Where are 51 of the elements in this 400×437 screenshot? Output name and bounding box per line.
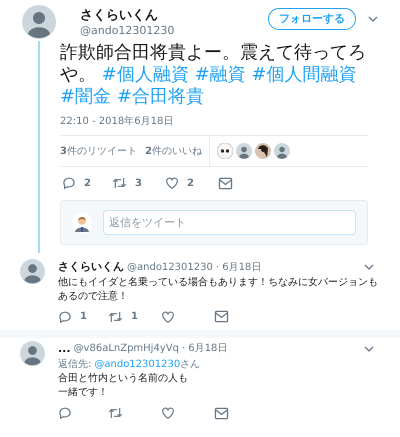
avatar[interactable] [20,259,45,284]
tweet-text: 詐欺師合田将貴よー。震えて待ってろや。 #個人融資 #融資 #個人間融資 #闇金 #合田将貴 [60,42,367,108]
like-count[interactable]: 2件のいいね [144,144,202,158]
reply-to-suffix: さん [180,358,200,372]
user-handle[interactable]: @v86aLnZpmHj4yVq [74,341,179,356]
action-count: 3 [135,176,142,190]
reply-text: 一緒です！ [58,386,108,400]
user-handle[interactable]: @ando12301230 [80,24,268,38]
action-count: 2 [187,176,194,190]
tweet-timestamp[interactable]: 22:10 - 2018年6月18日 [60,115,378,129]
message-icon[interactable] [218,176,233,190]
liker-avatar[interactable] [216,143,233,159]
reply-icon[interactable] [62,176,76,190]
reply-icon[interactable] [58,406,72,420]
action-count: 1 [80,310,87,324]
action-count: 1 [131,310,138,324]
reply-input[interactable]: 返信をツイート [103,210,356,235]
retweet-count[interactable]: 3件のリツイート [60,144,137,158]
liker-avatar[interactable] [254,143,271,159]
caret-icon[interactable] [364,264,374,270]
user-avatar[interactable] [72,212,92,232]
user-name[interactable]: さくらいくん [58,259,124,276]
caret-icon[interactable] [368,16,378,22]
message-icon[interactable] [214,406,229,420]
reply-text: 合田と竹内という名前の人も [58,372,188,386]
avatar[interactable] [22,5,56,39]
follow-button[interactable]: フォローする [268,8,356,30]
retweet-icon[interactable] [108,406,123,420]
user-handle[interactable]: @ando12301230 [127,260,213,275]
heart-icon[interactable] [161,406,175,420]
reply-text: 他にもイイダと名乗っている場合もあります！ちなみに女バージョンもあるので注意！ [58,276,379,304]
message-icon[interactable] [214,310,229,323]
avatar[interactable] [20,340,45,366]
tweet-date[interactable]: · 6月18日 [182,341,228,356]
hashtag-link[interactable]: #個人融資 [102,64,189,85]
heart-icon[interactable] [165,176,179,190]
hashtag-link[interactable]: #個人間融資 [251,64,356,85]
user-name[interactable]: さくらいくん [80,8,268,24]
user-name[interactable]: ... [58,340,71,357]
mention-link[interactable]: @ando12301230 [94,357,180,372]
retweet-icon[interactable] [108,310,123,324]
reply-icon[interactable] [58,310,72,324]
caret-icon[interactable] [364,346,374,352]
action-count: 2 [84,176,91,190]
retweet-icon[interactable] [112,176,127,190]
hashtag-link[interactable]: #合田将貴 [116,86,204,107]
heart-icon[interactable] [161,310,175,324]
hashtag-link[interactable]: #融資 [194,64,246,85]
tweet-date[interactable]: · 6月18日 [216,260,262,275]
reply-to-label: 返信先: [58,358,92,372]
hashtag-link[interactable]: #闇金 [60,86,112,107]
